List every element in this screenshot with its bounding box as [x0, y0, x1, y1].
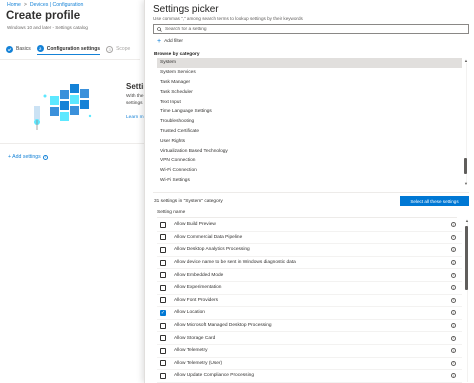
settings-count-label: 31 settings in "System" category [154, 199, 223, 204]
setting-checkbox[interactable] [160, 347, 166, 354]
setting-checkbox[interactable] [160, 360, 166, 367]
modal-overlay [0, 0, 144, 383]
setting-label: Allow Location [174, 310, 205, 316]
setting-label: Allow Update Compliance Processing [174, 373, 254, 379]
setting-checkbox-checked[interactable]: ✓ [160, 309, 166, 316]
info-icon[interactable]: i [451, 260, 456, 266]
settings-picker-panel: Settings picker Use commas "," among sea… [144, 0, 474, 383]
setting-label: Allow Desktop Analytics Processing [174, 247, 250, 253]
setting-checkbox[interactable] [160, 259, 166, 266]
setting-checkbox[interactable] [160, 221, 166, 228]
setting-checkbox[interactable] [160, 322, 166, 329]
setting-row[interactable]: Allow device name to be sent in Windows … [157, 257, 462, 270]
scrollbar-thumb[interactable] [465, 226, 468, 290]
select-all-button[interactable]: Select all these settings [400, 196, 469, 206]
setting-label: Allow Microsoft Managed Desktop Processi… [174, 323, 272, 329]
add-filter-button[interactable]: + Add filter [157, 38, 184, 45]
setting-label: Allow Storage Card [174, 335, 216, 341]
setting-label: Allow Telemetry [174, 348, 208, 354]
category-item[interactable]: VPN Connection [157, 156, 462, 166]
setting-row[interactable]: Allow Microsoft Managed Desktop Processi… [157, 320, 462, 333]
setting-checkbox[interactable] [160, 234, 166, 241]
panel-description: Use commas "," among search terms to loo… [153, 16, 303, 21]
add-filter-label: Add filter [164, 39, 184, 44]
settings-scrollbar[interactable]: ▲ [465, 218, 470, 383]
setting-row[interactable]: Allow Commercial Data Pipeline i [157, 232, 462, 245]
setting-checkbox[interactable] [160, 372, 166, 379]
setting-name-column-header: Setting name [157, 210, 186, 215]
setting-label: Allow Embedded Mode [174, 272, 224, 278]
info-icon[interactable]: i [451, 360, 456, 366]
category-item[interactable]: Trusted Certificate [157, 127, 462, 137]
info-icon[interactable]: i [451, 323, 456, 329]
divider [157, 217, 457, 218]
setting-checkbox[interactable] [160, 246, 166, 253]
setting-row[interactable]: Allow Telemetry (User) i [157, 358, 462, 371]
info-icon[interactable]: i [451, 285, 456, 291]
setting-row[interactable]: Allow Embedded Mode i [157, 269, 462, 282]
info-icon[interactable]: i [451, 247, 456, 253]
category-item[interactable]: Troubleshooting [157, 117, 462, 127]
setting-row[interactable]: Allow Font Providers i [157, 295, 462, 308]
add-icon: + [157, 38, 162, 45]
search-box[interactable] [153, 24, 469, 34]
setting-label: Allow Telemetry (User) [174, 360, 223, 366]
info-icon[interactable]: i [451, 272, 456, 278]
setting-checkbox[interactable] [160, 335, 166, 342]
category-item[interactable]: User Rights [157, 136, 462, 146]
browse-by-category-label: Browse by category [154, 52, 200, 57]
setting-label: Allow Experimentation [174, 285, 222, 291]
category-item[interactable]: Text Input [157, 97, 462, 107]
category-item[interactable]: Task Manager [157, 78, 462, 88]
info-icon[interactable]: i [451, 310, 456, 316]
setting-row[interactable]: Allow Desktop Analytics Processing i [157, 244, 462, 257]
info-icon[interactable]: i [451, 297, 456, 303]
category-item[interactable]: Wi-Fi Settings [157, 176, 462, 186]
category-item-system[interactable]: System [157, 58, 462, 68]
category-item[interactable]: Wi-Fi Connection [157, 166, 462, 176]
panel-title: Settings picker [153, 4, 219, 15]
info-icon[interactable]: i [451, 234, 456, 240]
setting-label: Allow device name to be sent in Windows … [174, 260, 296, 266]
category-item[interactable]: Time Language Settings [157, 107, 462, 117]
info-icon[interactable]: i [451, 222, 456, 228]
setting-checkbox[interactable] [160, 272, 166, 279]
search-input[interactable] [165, 26, 455, 32]
scrollbar-thumb[interactable] [464, 158, 467, 174]
setting-row[interactable]: ✓ Allow Location i [157, 307, 462, 320]
setting-row[interactable]: Allow Experimentation i [157, 282, 462, 295]
category-list: System System Services Task Manager Task… [157, 58, 462, 188]
setting-label: Allow Commercial Data Pipeline [174, 234, 243, 240]
setting-row[interactable]: Allow Build Preview i [157, 219, 462, 232]
setting-row[interactable]: Allow Storage Card i [157, 332, 462, 345]
settings-list: Allow Build Preview i Allow Commercial Da… [157, 219, 462, 383]
setting-row[interactable]: Allow Update Compliance Processing i [157, 370, 462, 383]
setting-label: Allow Font Providers [174, 297, 218, 303]
scroll-down-icon[interactable]: ▼ [464, 181, 468, 186]
setting-checkbox[interactable] [160, 284, 166, 291]
setting-label: Allow Build Preview [174, 222, 216, 228]
search-icon [157, 26, 162, 32]
category-scrollbar[interactable]: ▲ ▼ [464, 58, 469, 188]
category-item[interactable]: System Services [157, 68, 462, 78]
info-icon[interactable]: i [451, 373, 456, 379]
category-item[interactable]: Virtualization Based Technology [157, 146, 462, 156]
divider [153, 192, 469, 193]
setting-row[interactable]: Allow Telemetry i [157, 345, 462, 358]
category-item[interactable]: Task Scheduler [157, 87, 462, 97]
info-icon[interactable]: i [451, 348, 456, 354]
setting-checkbox[interactable] [160, 297, 166, 304]
info-icon[interactable]: i [451, 335, 456, 341]
